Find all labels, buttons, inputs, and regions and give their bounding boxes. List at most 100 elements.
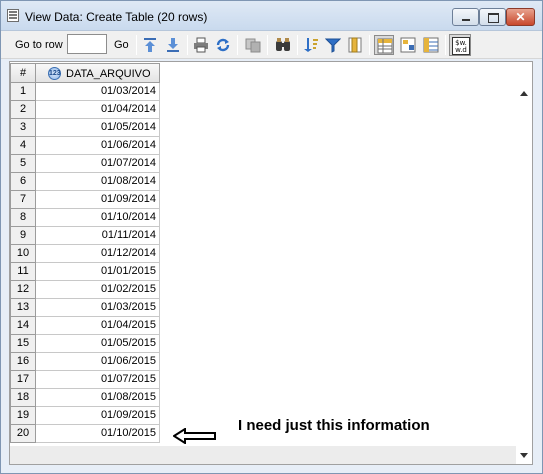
table-row[interactable]: 9 01/11/2014: [10, 227, 162, 245]
print-button[interactable]: [191, 35, 211, 55]
row-number[interactable]: 19: [10, 407, 36, 425]
cell-data-arquivo[interactable]: 01/04/2015: [36, 317, 160, 335]
filter-icon: [325, 38, 341, 53]
toolbar-separator: [267, 35, 268, 55]
go-button[interactable]: Go: [114, 39, 129, 51]
row-number-header[interactable]: #: [10, 63, 36, 83]
scroll-down-icon[interactable]: [520, 453, 528, 458]
title-bar[interactable]: View Data: Create Table (20 rows) ✕: [1, 1, 542, 31]
cell-data-arquivo[interactable]: 01/08/2015: [36, 389, 160, 407]
record-view-button[interactable]: [421, 35, 441, 55]
table-row[interactable]: 2 01/04/2014: [10, 101, 162, 119]
cell-data-arquivo[interactable]: 01/05/2014: [36, 119, 160, 137]
row-number[interactable]: 10: [10, 245, 36, 263]
row-number[interactable]: 9: [10, 227, 36, 245]
goto-row-input[interactable]: [67, 34, 107, 54]
toolbar-separator: [237, 35, 238, 55]
filter-button[interactable]: [323, 35, 343, 55]
table-row[interactable]: 17 01/07/2015: [10, 371, 162, 389]
grid-view-button[interactable]: [374, 35, 394, 55]
vertical-scrollbar[interactable]: [516, 84, 532, 464]
app-icon: [7, 9, 19, 22]
cell-data-arquivo[interactable]: 01/07/2015: [36, 371, 160, 389]
form-view-icon: [400, 37, 416, 53]
scroll-up-icon[interactable]: [520, 91, 528, 96]
table-row[interactable]: 7 01/09/2014: [10, 191, 162, 209]
row-number[interactable]: 17: [10, 371, 36, 389]
row-number[interactable]: 13: [10, 299, 36, 317]
grid-empty-bottom: [10, 446, 516, 464]
cell-data-arquivo[interactable]: 01/08/2014: [36, 173, 160, 191]
row-number[interactable]: 20: [10, 425, 36, 443]
table-row[interactable]: 8 01/10/2014: [10, 209, 162, 227]
cell-data-arquivo[interactable]: 01/05/2015: [36, 335, 160, 353]
row-number[interactable]: 5: [10, 155, 36, 173]
table-row[interactable]: 20 01/10/2015: [10, 425, 162, 443]
cell-data-arquivo[interactable]: 01/03/2014: [36, 83, 160, 101]
annotation-text: I need just this information: [238, 417, 430, 434]
maximize-button[interactable]: [479, 8, 506, 26]
window-title: View Data: Create Table (20 rows): [25, 10, 208, 24]
table-row[interactable]: 3 01/05/2014: [10, 119, 162, 137]
copy-icon: [245, 38, 261, 53]
table-row[interactable]: 10 01/12/2014: [10, 245, 162, 263]
svg-text:w.d: w.d: [455, 46, 467, 54]
refresh-button[interactable]: [213, 35, 233, 55]
row-number[interactable]: 6: [10, 173, 36, 191]
toolbar: Go to row Go $w. w.d: [1, 31, 542, 59]
table-row[interactable]: 15 01/05/2015: [10, 335, 162, 353]
sort-button[interactable]: [301, 35, 321, 55]
form-view-button[interactable]: [398, 35, 418, 55]
row-number[interactable]: 8: [10, 209, 36, 227]
cell-data-arquivo[interactable]: 01/10/2015: [36, 425, 160, 443]
table-row[interactable]: 14 01/04/2015: [10, 317, 162, 335]
cell-data-arquivo[interactable]: 01/09/2015: [36, 407, 160, 425]
cell-data-arquivo[interactable]: 01/03/2015: [36, 299, 160, 317]
table-row[interactable]: 1 01/03/2014: [10, 83, 162, 101]
close-icon: ✕: [515, 10, 526, 24]
table-row[interactable]: 11 01/01/2015: [10, 263, 162, 281]
cell-data-arquivo[interactable]: 01/06/2015: [36, 353, 160, 371]
cell-data-arquivo[interactable]: 01/02/2015: [36, 281, 160, 299]
move-last-button[interactable]: [163, 35, 183, 55]
table-row[interactable]: 6 01/08/2014: [10, 173, 162, 191]
row-number[interactable]: 15: [10, 335, 36, 353]
close-button[interactable]: ✕: [506, 8, 535, 26]
cell-data-arquivo[interactable]: 01/12/2014: [36, 245, 160, 263]
columns-button[interactable]: [345, 35, 365, 55]
table-row[interactable]: 13 01/03/2015: [10, 299, 162, 317]
minimize-button[interactable]: [452, 8, 479, 26]
table-row[interactable]: 19 01/09/2015: [10, 407, 162, 425]
table-row[interactable]: 18 01/08/2015: [10, 389, 162, 407]
column-header-data-arquivo[interactable]: 123 DATA_ARQUIVO: [36, 63, 160, 83]
row-number[interactable]: 14: [10, 317, 36, 335]
row-number[interactable]: 7: [10, 191, 36, 209]
row-number[interactable]: 2: [10, 101, 36, 119]
table-row[interactable]: 5 01/07/2014: [10, 155, 162, 173]
cell-data-arquivo[interactable]: 01/04/2014: [36, 101, 160, 119]
cell-data-arquivo[interactable]: 01/07/2014: [36, 155, 160, 173]
row-number[interactable]: 3: [10, 119, 36, 137]
row-number[interactable]: 12: [10, 281, 36, 299]
row-number[interactable]: 16: [10, 353, 36, 371]
table-row[interactable]: 4 01/06/2014: [10, 137, 162, 155]
toolbar-separator: [187, 35, 188, 55]
binoculars-icon: [276, 38, 290, 51]
cell-data-arquivo[interactable]: 01/01/2015: [36, 263, 160, 281]
cell-data-arquivo[interactable]: 01/09/2014: [36, 191, 160, 209]
row-number[interactable]: 4: [10, 137, 36, 155]
row-number[interactable]: 18: [10, 389, 36, 407]
row-number[interactable]: 1: [10, 83, 36, 101]
cell-data-arquivo[interactable]: 01/10/2014: [36, 209, 160, 227]
find-button[interactable]: [273, 35, 293, 55]
move-first-button[interactable]: [140, 35, 160, 55]
row-number[interactable]: 11: [10, 263, 36, 281]
copy-button[interactable]: [243, 35, 263, 55]
format-button[interactable]: $w. w.d: [449, 34, 471, 56]
table-row[interactable]: 12 01/02/2015: [10, 281, 162, 299]
cell-data-arquivo[interactable]: 01/11/2014: [36, 227, 160, 245]
table-row[interactable]: 16 01/06/2015: [10, 353, 162, 371]
view-data-window: View Data: Create Table (20 rows) ✕ Go t…: [0, 0, 543, 474]
format-icon: $w.w.d: [452, 37, 470, 55]
cell-data-arquivo[interactable]: 01/06/2014: [36, 137, 160, 155]
